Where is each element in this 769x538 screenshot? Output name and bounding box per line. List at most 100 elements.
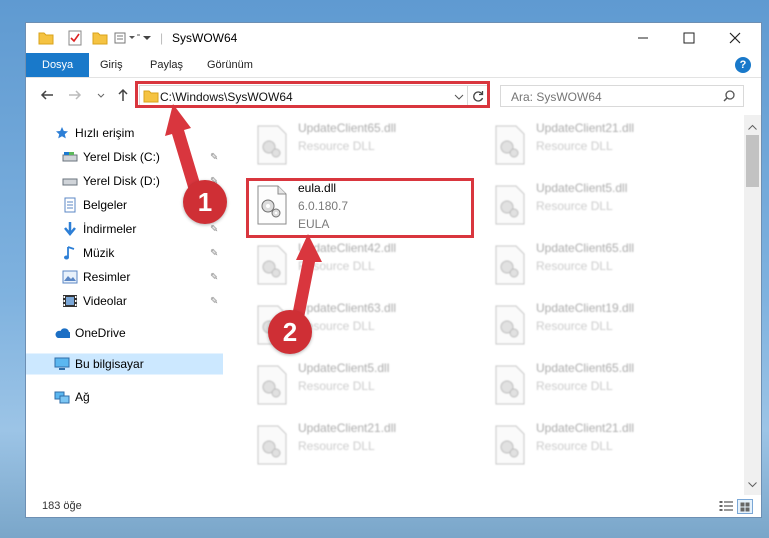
file-item[interactable]: UpdateClient65.dll Resource DLL (248, 115, 486, 175)
sidebar-item-label: Bu bilgisayar (75, 357, 144, 371)
drive-icon (62, 149, 78, 165)
download-icon (62, 221, 78, 237)
pictures-icon (62, 269, 78, 285)
file-item[interactable]: UpdateClient5.dll Resource DLL (486, 175, 724, 235)
file-item[interactable]: UpdateClient65.dll Resource DLL (486, 235, 724, 295)
arrow-up-icon (118, 88, 128, 101)
file-description: Resource DLL (536, 199, 613, 213)
dll-file-icon (495, 425, 525, 465)
maximize-button[interactable] (666, 23, 712, 53)
pin-icon[interactable]: ✎ (210, 296, 218, 307)
step-badge-1: 1 (183, 180, 227, 224)
sidebar-item-label: İndirmeler (83, 222, 137, 236)
sidebar-item-label: Müzik (83, 246, 115, 260)
dll-file-icon (495, 365, 525, 405)
file-item[interactable]: UpdateClient21.dll Resource DLL (486, 415, 724, 475)
close-button[interactable] (712, 23, 758, 53)
details-view-icon[interactable] (719, 500, 733, 515)
vertical-scrollbar[interactable] (744, 115, 761, 495)
search-input[interactable] (509, 89, 713, 105)
file-description: Resource DLL (298, 139, 375, 153)
file-description: Resource DLL (536, 259, 613, 273)
file-name: UpdateClient65.dll (298, 121, 397, 135)
scroll-down-icon[interactable] (748, 477, 757, 491)
file-name: UpdateClient5.dll (298, 361, 390, 375)
sidebar-item-this-pc[interactable]: Bu bilgisayar (26, 353, 223, 375)
back-button[interactable] (40, 88, 54, 105)
file-item[interactable]: UpdateClient65.dll Resource DLL (486, 355, 724, 415)
tab-view[interactable]: Görünüm (207, 53, 253, 77)
file-name: UpdateClient21.dll (298, 421, 397, 435)
pin-icon[interactable]: ✎ (210, 248, 218, 259)
maximize-icon (683, 32, 695, 44)
minimize-icon (638, 37, 648, 39)
file-item[interactable]: UpdateClient19.dll Resource DLL (486, 295, 724, 355)
documents-icon (62, 197, 78, 213)
customize-toolbar-icon[interactable] (114, 29, 140, 47)
large-icons-view-icon[interactable] (737, 499, 753, 514)
sidebar-item-label: Belgeler (83, 198, 128, 212)
music-icon (62, 245, 78, 261)
dll-file-icon (495, 305, 525, 345)
tab-home[interactable]: Giriş (100, 53, 123, 77)
dll-file-icon (257, 365, 287, 405)
scrollbar-thumb[interactable] (746, 135, 759, 187)
file-item[interactable]: UpdateClient21.dll Resource DLL (486, 115, 724, 175)
sidebar-item-label: Videolar (83, 294, 127, 308)
help-button[interactable]: ? (735, 57, 751, 73)
arrow-right-icon (69, 90, 82, 100)
drive-icon (62, 173, 78, 189)
sidebar-item-label: Yerel Disk (C:) (83, 150, 160, 164)
chevron-down-icon[interactable] (142, 29, 152, 47)
status-bar: 183 öğe (26, 495, 761, 519)
file-description: Resource DLL (536, 379, 613, 393)
file-name: UpdateClient21.dll (536, 421, 635, 435)
file-name: UpdateClient65.dll (536, 241, 635, 255)
sidebar-item-network[interactable]: Ağ (26, 385, 223, 409)
sidebar-item-onedrive[interactable]: OneDrive (26, 321, 223, 345)
dll-file-icon (495, 245, 525, 285)
network-icon (54, 389, 70, 405)
search-box[interactable] (500, 85, 744, 107)
pin-icon[interactable]: ✎ (210, 272, 218, 283)
dll-file-icon (257, 125, 287, 165)
arrow-left-icon (40, 90, 53, 100)
dll-file-icon (257, 425, 287, 465)
properties-icon[interactable] (68, 29, 82, 47)
file-name: UpdateClient19.dll (536, 301, 635, 315)
ribbon-tabs: Dosya Giriş Paylaş Görünüm ? (26, 53, 761, 78)
scroll-up-icon[interactable] (748, 119, 757, 133)
window-title: SysWOW64 (172, 31, 238, 45)
up-button[interactable] (116, 88, 130, 105)
file-name: UpdateClient21.dll (536, 121, 635, 135)
file-description: Resource DLL (536, 439, 613, 453)
file-name: UpdateClient65.dll (536, 361, 635, 375)
video-icon (62, 293, 78, 309)
new-folder-icon[interactable] (92, 29, 108, 47)
pin-icon[interactable]: ✎ (210, 224, 218, 235)
step-badge-2: 2 (268, 310, 312, 354)
eula-file-highlight (246, 178, 474, 238)
dll-file-icon (495, 185, 525, 225)
sidebar-item-music[interactable]: Müzik ✎ (26, 241, 223, 265)
tab-share[interactable]: Paylaş (150, 53, 183, 77)
file-description: Resource DLL (298, 439, 375, 453)
sidebar-item-label: Yerel Disk (D:) (83, 174, 160, 188)
forward-button[interactable] (68, 88, 82, 105)
sidebar-item-label: Resimler (83, 270, 131, 284)
file-item[interactable]: UpdateClient5.dll Resource DLL (248, 355, 486, 415)
tab-file[interactable]: Dosya (26, 53, 90, 77)
file-item[interactable]: UpdateClient21.dll Resource DLL (248, 415, 486, 475)
sidebar-item-pictures[interactable]: Resimler ✎ (26, 265, 223, 289)
title-bar[interactable]: | SysWOW64 (26, 23, 761, 53)
chevron-down-icon (97, 93, 105, 98)
sidebar-item-label: Hızlı erişim (75, 126, 135, 140)
sidebar-item-label: OneDrive (75, 326, 126, 340)
sidebar-item-videos[interactable]: Videolar ✎ (26, 289, 223, 313)
title-divider: | (160, 31, 164, 45)
close-icon (729, 32, 741, 44)
file-description: Resource DLL (536, 139, 613, 153)
recent-locations-button[interactable] (96, 88, 106, 105)
cloud-icon (54, 325, 70, 341)
minimize-button[interactable] (620, 23, 666, 53)
